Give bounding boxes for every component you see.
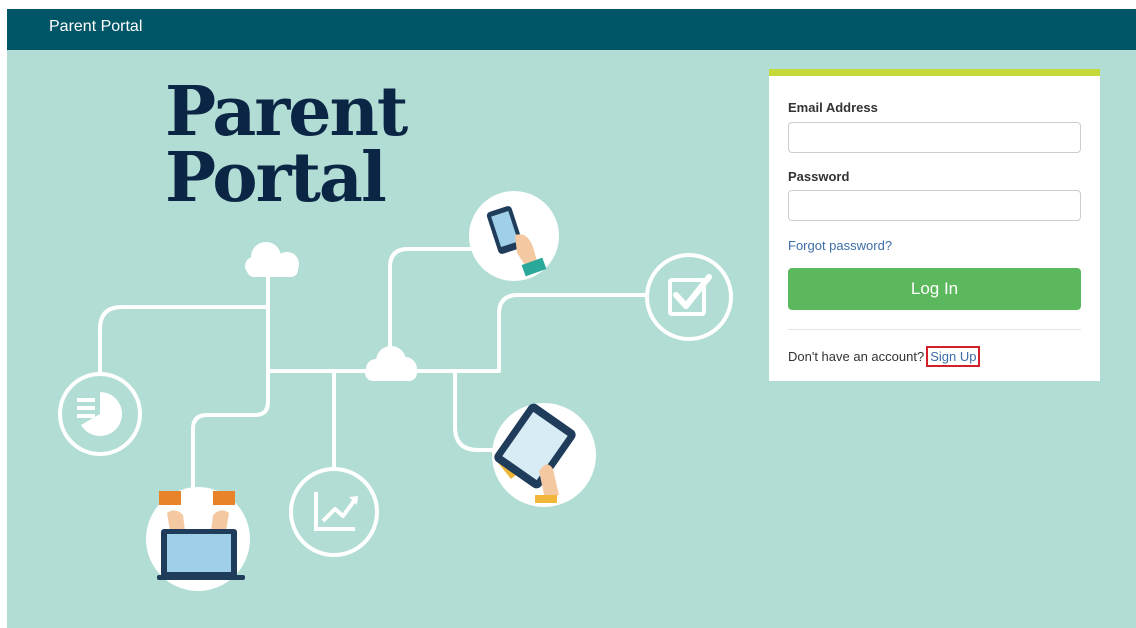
cloud-icon [365, 346, 417, 381]
growth-chart-icon [289, 467, 379, 557]
tablet-icon [492, 403, 596, 507]
smartphone-icon [469, 191, 559, 281]
signup-row: Don't have an account? Sign Up [788, 346, 981, 367]
email-field[interactable] [788, 122, 1081, 153]
hero-title-line1: Parent [165, 72, 408, 152]
password-field[interactable] [788, 190, 1081, 221]
signup-link[interactable]: Sign Up [926, 346, 981, 367]
email-label: Email Address [788, 100, 878, 115]
checklist-icon [645, 253, 733, 341]
hero-title: Parent Portal [165, 72, 408, 218]
no-account-text: Don't have an account? [788, 349, 925, 364]
divider [788, 329, 1081, 330]
pie-chart-icon [58, 372, 142, 456]
portal-page: Parent Portal Parent Portal Email Addres… [7, 9, 1136, 628]
laptop-icon [146, 487, 250, 591]
password-label: Password [788, 169, 850, 184]
cloud-icon [245, 242, 299, 277]
hero-title-line2: Portal [165, 138, 387, 218]
login-card: Email Address Password Forgot password? … [769, 69, 1100, 381]
forgot-password-link[interactable]: Forgot password? [788, 238, 892, 253]
login-button[interactable]: Log In [788, 268, 1081, 310]
